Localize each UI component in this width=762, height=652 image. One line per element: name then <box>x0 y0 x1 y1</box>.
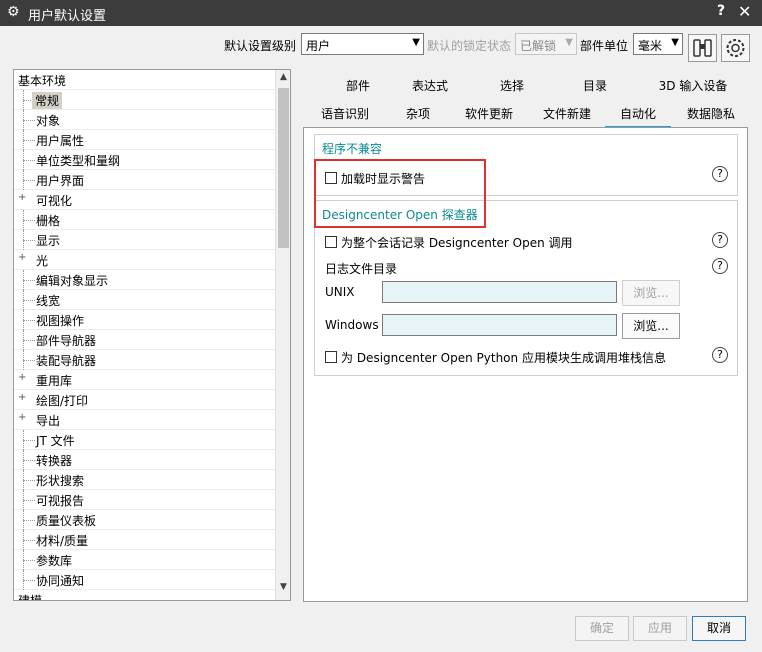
part-units-label: 部件单位 <box>580 39 629 53</box>
tab-misc[interactable]: 杂项 <box>393 105 443 122</box>
tab-software-update[interactable]: 软件更新 <box>459 105 519 122</box>
scroll-thumb[interactable] <box>278 88 289 248</box>
tree-item-plot-print[interactable]: + 绘图/打印 <box>14 390 276 410</box>
chevron-down-icon: ▼ <box>671 37 679 48</box>
tree-item-material-mass[interactable]: 材料/质量 <box>14 530 276 550</box>
default-level-value: 用户 <box>306 39 331 53</box>
part-units-value: 毫米 <box>638 39 663 53</box>
tree-item-edit-object-display[interactable]: 编辑对象显示 <box>14 270 276 290</box>
default-level-select[interactable]: 用户 ▼ <box>301 33 424 55</box>
help-icon[interactable]: ? <box>712 347 728 363</box>
tree-item-user-attributes[interactable]: 用户属性 <box>14 130 276 150</box>
tab-directory[interactable]: 目录 <box>570 77 620 94</box>
tree-item-user-interface[interactable]: 用户界面 <box>14 170 276 190</box>
tab-expressions[interactable]: 表达式 <box>405 77 455 94</box>
tree-item-view-operations[interactable]: 视图操作 <box>14 310 276 330</box>
tree-item-modeling[interactable]: 建模 <box>14 590 276 600</box>
scroll-down-icon[interactable]: ▼ <box>276 582 290 598</box>
settings-tabs: 部件 表达式 选择 目录 3D 输入设备 语音识别 杂项 软件更新 文件新建 自… <box>303 69 748 128</box>
apply-button: 应用 <box>633 616 687 641</box>
chevron-down-icon: ▼ <box>565 37 573 48</box>
expand-icon[interactable]: + <box>18 192 26 203</box>
unix-label: UNIX <box>325 285 355 299</box>
find-button[interactable] <box>688 34 717 62</box>
tree-item-export[interactable]: + 导出 <box>14 410 276 430</box>
tree-item-part-navigator[interactable]: 部件导航器 <box>14 330 276 350</box>
tree-item-grid[interactable]: 栅格 <box>14 210 276 230</box>
category-tree[interactable]: 基本环境 常规 对象 用户属性 单位类型和量纲 用户界面 + 可视化 栅格 显示 … <box>13 69 291 601</box>
tab-voice[interactable]: 语音识别 <box>315 105 375 122</box>
tree-item-collab-notify[interactable]: 协同通知 <box>14 570 276 590</box>
close-icon[interactable]: ✕ <box>738 2 751 21</box>
scroll-up-icon[interactable]: ▲ <box>276 72 290 88</box>
lock-state-label: 默认的锁定状态 <box>427 39 512 53</box>
settings-button[interactable] <box>721 34 750 62</box>
help-icon[interactable]: ? <box>712 258 728 274</box>
annotation-highlight <box>314 159 486 228</box>
part-units-select[interactable]: 毫米 ▼ <box>633 33 683 55</box>
tree-item-basic-env[interactable]: 基本环境 <box>14 70 276 90</box>
expand-icon[interactable]: + <box>18 252 26 263</box>
tree-item-display[interactable]: 显示 <box>14 230 276 250</box>
record-session-checkbox[interactable] <box>325 236 337 248</box>
windows-label: Windows <box>325 318 379 332</box>
chevron-down-icon: ▼ <box>412 37 420 48</box>
lock-state-select: 已解锁 ▼ <box>515 33 577 55</box>
windows-path-input[interactable] <box>382 314 617 336</box>
tree-item-general[interactable]: 常规 <box>14 90 276 110</box>
record-session-label: 为整个会话记录 Designcenter Open 调用 <box>341 236 573 250</box>
tree-item-assembly-navigator[interactable]: 装配导航器 <box>14 350 276 370</box>
tree-scrollbar[interactable]: ▲ ▼ <box>275 70 290 600</box>
title-bar: ⚙ 用户默认设置 ? ✕ <box>0 0 762 26</box>
tree-item-visual-report[interactable]: 可视报告 <box>14 490 276 510</box>
tab-file-new[interactable]: 文件新建 <box>537 105 597 122</box>
gear-icon <box>726 39 745 57</box>
tree-item-units[interactable]: 单位类型和量纲 <box>14 150 276 170</box>
tree-item-jt-file[interactable]: JT 文件 <box>14 430 276 450</box>
tree-item-shape-search[interactable]: 形状搜索 <box>14 470 276 490</box>
tree-item-visualization[interactable]: + 可视化 <box>14 190 276 210</box>
ok-button: 确定 <box>575 616 629 641</box>
tab-data-privacy[interactable]: 数据隐私 <box>681 105 741 122</box>
expand-icon[interactable]: + <box>18 392 26 403</box>
tree-item-converter[interactable]: 转换器 <box>14 450 276 470</box>
python-stack-checkbox[interactable] <box>325 351 337 363</box>
help-icon[interactable]: ? <box>712 166 728 182</box>
tree-item-quality-dashboard[interactable]: 质量仪表板 <box>14 510 276 530</box>
help-icon[interactable]: ? <box>712 232 728 248</box>
python-stack-label: 为 Designcenter Open Python 应用模块生成调用堆栈信息 <box>341 351 666 365</box>
expand-icon[interactable]: + <box>18 372 26 383</box>
window-title: 用户默认设置 <box>28 9 107 24</box>
unix-browse-button: 浏览... <box>622 280 680 306</box>
default-level-label: 默认设置级别 <box>224 39 297 53</box>
unix-path-input[interactable] <box>382 281 617 303</box>
tree-item-reuse-library[interactable]: + 重用库 <box>14 370 276 390</box>
binoculars-icon <box>693 39 712 57</box>
lock-state-value: 已解锁 <box>520 39 557 53</box>
tree-item-light[interactable]: + 光 <box>14 250 276 270</box>
tree-item-object[interactable]: 对象 <box>14 110 276 130</box>
help-icon[interactable]: ? <box>717 3 725 19</box>
expand-icon[interactable]: + <box>18 412 26 423</box>
tree-item-parameter-library[interactable]: 参数库 <box>14 550 276 570</box>
tree-item-line-width[interactable]: 线宽 <box>14 290 276 310</box>
log-dir-label: 日志文件目录 <box>325 262 398 276</box>
tab-parts[interactable]: 部件 <box>333 77 383 94</box>
windows-browse-button[interactable]: 浏览... <box>622 313 680 339</box>
cancel-button[interactable]: 取消 <box>692 616 746 641</box>
group-title: 程序不兼容 <box>322 142 383 156</box>
tab-automation[interactable]: 自动化 <box>605 105 671 128</box>
tab-selection[interactable]: 选择 <box>487 77 537 94</box>
gear-icon: ⚙ <box>7 4 20 20</box>
tab-3d-input[interactable]: 3D 输入设备 <box>653 77 733 94</box>
